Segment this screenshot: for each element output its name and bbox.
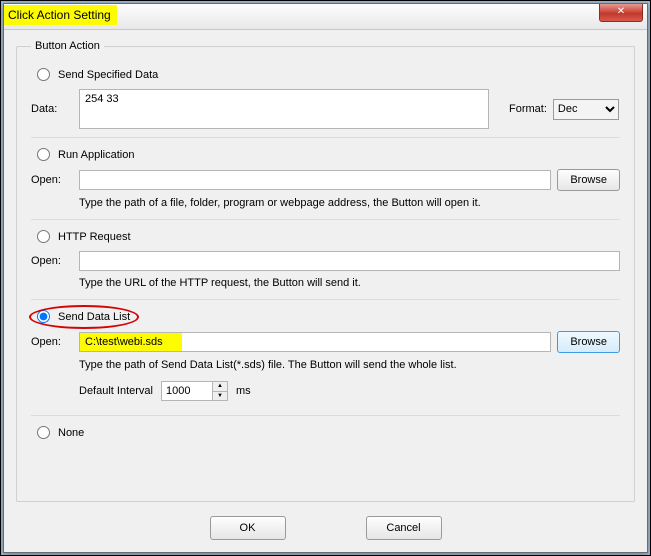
- http-open-input[interactable]: [79, 251, 620, 271]
- hint-run: Type the path of a file, folder, program…: [79, 197, 620, 209]
- browse-button-run[interactable]: Browse: [557, 169, 620, 191]
- format-select[interactable]: Dec: [553, 99, 619, 120]
- close-button[interactable]: ✕: [599, 4, 643, 22]
- radio-http-request[interactable]: [37, 230, 50, 243]
- ms-label: ms: [236, 385, 251, 397]
- cancel-button[interactable]: Cancel: [366, 516, 442, 540]
- open-label-run: Open:: [31, 174, 73, 186]
- hint-sds: Type the path of Send Data List(*.sds) f…: [79, 359, 620, 371]
- open-label-http: Open:: [31, 255, 73, 267]
- separator: [31, 299, 620, 300]
- titlebar: Click Action Setting ✕: [4, 4, 647, 30]
- radio-send-specified-data[interactable]: [37, 68, 50, 81]
- window-title: Click Action Setting: [4, 5, 117, 25]
- radio-run-application[interactable]: [37, 148, 50, 161]
- open-label-sds: Open:: [31, 336, 73, 348]
- separator: [31, 415, 620, 416]
- run-open-input[interactable]: [79, 170, 551, 190]
- separator: [31, 137, 620, 138]
- interval-down-button[interactable]: ▼: [213, 392, 227, 401]
- separator: [31, 219, 620, 220]
- browse-button-sds[interactable]: Browse: [557, 331, 620, 353]
- hint-http: Type the URL of the HTTP request, the Bu…: [79, 277, 620, 289]
- dialog-buttonbar: OK Cancel: [4, 516, 647, 540]
- interval-up-button[interactable]: ▲: [213, 382, 227, 392]
- radio-label-send-specified-data: Send Specified Data: [58, 69, 158, 81]
- radio-label-run-application: Run Application: [58, 149, 134, 161]
- radio-label-send-data-list: Send Data List: [58, 311, 130, 323]
- radio-send-data-list[interactable]: [37, 310, 50, 323]
- radio-label-none: None: [58, 427, 84, 439]
- default-interval-label: Default Interval: [79, 385, 153, 397]
- ok-button[interactable]: OK: [210, 516, 286, 540]
- radio-none[interactable]: [37, 426, 50, 439]
- content-area: Button Action Send Specified Data Data: …: [16, 40, 635, 502]
- format-label: Format:: [509, 103, 547, 115]
- data-input[interactable]: 254 33: [79, 89, 489, 129]
- data-label: Data:: [31, 103, 73, 115]
- sds-open-input[interactable]: [79, 332, 551, 352]
- interval-spinner: ▲ ▼: [161, 381, 228, 401]
- button-action-group: Button Action Send Specified Data Data: …: [16, 40, 635, 502]
- radio-label-http-request: HTTP Request: [58, 231, 131, 243]
- dialog-window: Click Action Setting ✕ Button Action Sen…: [3, 3, 648, 553]
- interval-input[interactable]: [162, 382, 212, 400]
- group-legend: Button Action: [31, 40, 104, 52]
